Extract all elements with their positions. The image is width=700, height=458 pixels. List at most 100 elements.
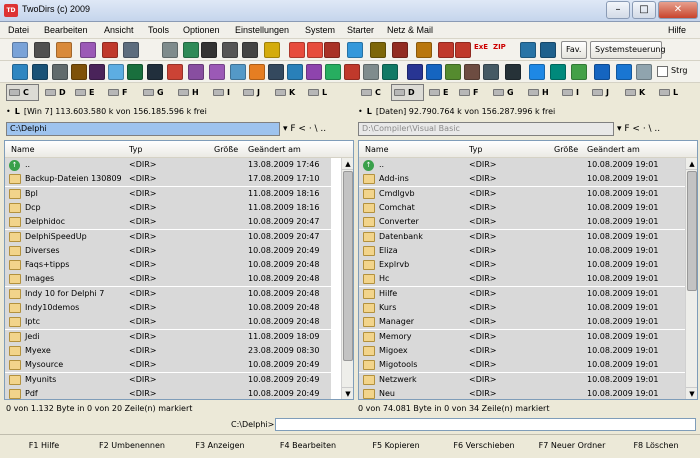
pc-icon[interactable] (520, 42, 536, 58)
col-modified[interactable]: Geändert am (587, 145, 640, 154)
swap-arrows-icon[interactable] (289, 42, 305, 58)
disk-icon[interactable] (12, 64, 28, 80)
tools-icon[interactable] (370, 42, 386, 58)
left-drive-j[interactable]: J (240, 84, 270, 101)
table-row[interactable]: Faqs+tipps <DIR> 10.08.2009 20:48 (5, 258, 331, 273)
right-scroll-thumb[interactable] (687, 171, 697, 291)
media-icon[interactable] (188, 64, 204, 80)
network-icon[interactable] (347, 42, 363, 58)
strg-checkbox[interactable] (657, 66, 668, 77)
menu-einstellungen[interactable]: Einstellungen (235, 25, 289, 35)
left-drive-k[interactable]: K (272, 84, 302, 101)
panel-icon[interactable] (222, 42, 238, 58)
sum-icon[interactable] (616, 64, 632, 80)
scroll-up-icon[interactable]: ▲ (342, 158, 353, 170)
f2-rename-button[interactable]: F2 Umbenennen (88, 439, 176, 453)
toggle-panel-icon[interactable] (242, 42, 258, 58)
image-icon[interactable] (306, 64, 322, 80)
app-light-green-icon[interactable] (571, 64, 587, 80)
table-row[interactable]: Memory <DIR> 10.08.2009 19:01 (359, 329, 685, 344)
menu-starter[interactable]: Starter (347, 25, 374, 35)
table-row[interactable]: Neu <DIR> 10.08.2009 19:01 (359, 386, 685, 399)
right-drive-g[interactable]: G (490, 84, 520, 101)
table-row[interactable]: Indy 10 for Delphi 7 <DIR> 10.08.2009 20:4… (5, 286, 331, 301)
left-path-field[interactable]: C:\Delphi (6, 122, 280, 136)
list-view-icon[interactable] (162, 42, 178, 58)
scroll-down-icon[interactable]: ▼ (342, 387, 353, 399)
table-row[interactable]: Cmdlgvb <DIR> 10.08.2009 19:01 (359, 186, 685, 201)
left-path-nav[interactable]: ▾ F < · \ .. (283, 122, 326, 136)
f4-edit-button[interactable]: F4 Bearbeiten (264, 439, 352, 453)
table-row[interactable]: Hc <DIR> 10.08.2009 19:01 (359, 272, 685, 287)
table-row[interactable]: Add-ins <DIR> 10.08.2009 19:01 (359, 172, 685, 187)
control-panel-button[interactable]: Systemsteuerung (590, 41, 666, 59)
right-drive-l[interactable]: L (656, 84, 686, 101)
right-drive-h[interactable]: H (525, 84, 555, 101)
menu-optionen[interactable]: Optionen (183, 25, 220, 35)
text-icon[interactable] (363, 64, 379, 80)
f6-move-button[interactable]: F6 Verschieben (440, 439, 528, 453)
left-drive-c[interactable]: C (6, 84, 39, 101)
explorer-icon[interactable] (12, 42, 28, 58)
app-blue-icon[interactable] (426, 64, 442, 80)
left-drive-e[interactable]: E (72, 84, 102, 101)
table-row[interactable]: Migotools <DIR> 10.08.2009 19:01 (359, 358, 685, 373)
menu-hilfe[interactable]: Hilfe (668, 25, 686, 35)
col-name[interactable]: Name (11, 145, 35, 154)
right-scrollbar[interactable]: ▲ ▼ (685, 158, 697, 399)
close-button[interactable]: ✕ (658, 1, 698, 19)
calc-icon[interactable] (268, 64, 284, 80)
maximize-button[interactable]: □ (632, 1, 656, 19)
col-type[interactable]: Typ (129, 145, 142, 154)
equals-icon[interactable] (307, 42, 323, 58)
lock-icon[interactable] (505, 64, 521, 80)
printer-icon[interactable] (71, 64, 87, 80)
minimize-button[interactable]: – (606, 1, 630, 19)
archive-icon[interactable] (392, 42, 408, 58)
table-row[interactable]: Bpl <DIR> 11.08.2009 18:16 (5, 186, 331, 201)
table-row[interactable]: Pdf <DIR> 10.08.2009 20:49 (5, 386, 331, 399)
table-row[interactable]: Hilfe <DIR> 10.08.2009 19:01 (359, 286, 685, 301)
table-row[interactable]: Mysource <DIR> 10.08.2009 20:49 (5, 358, 331, 373)
scroll-up-icon[interactable]: ▲ (686, 158, 697, 170)
left-drive-g[interactable]: G (140, 84, 170, 101)
f8-delete-button[interactable]: F8 Löschen (612, 439, 700, 453)
writer-icon[interactable] (287, 64, 303, 80)
left-drive-h[interactable]: H (175, 84, 205, 101)
f1-help-button[interactable]: F1 Hilfe (0, 439, 88, 453)
td-icon[interactable] (102, 42, 118, 58)
col-modified[interactable]: Geändert am (248, 145, 301, 154)
terminal-icon[interactable] (540, 42, 556, 58)
right-drive-c[interactable]: C (358, 84, 388, 101)
menu-netz-mail[interactable]: Netz & Mail (387, 25, 433, 35)
binoculars-icon[interactable] (34, 42, 50, 58)
col-size[interactable]: Größe (554, 145, 578, 154)
table-row[interactable]: Indy10demos <DIR> 10.08.2009 20:48 (5, 301, 331, 315)
chart-icon[interactable] (209, 64, 225, 80)
app-brown-icon[interactable] (464, 64, 480, 80)
right-path-field[interactable]: D:\Compiler\Visual Basic (358, 122, 614, 136)
gear-icon[interactable] (127, 64, 143, 80)
new-window-icon[interactable] (56, 42, 72, 58)
settings-icon[interactable] (80, 42, 96, 58)
app-green-icon[interactable] (445, 64, 461, 80)
scanner-icon[interactable] (52, 64, 68, 80)
left-drive-l[interactable]: L (305, 84, 335, 101)
table-row[interactable]: Diverses <DIR> 10.08.2009 20:49 (5, 243, 331, 258)
table-row[interactable]: Explrvb <DIR> 10.08.2009 19:01 (359, 258, 685, 273)
right-drive-f[interactable]: F (456, 84, 486, 101)
split-view-icon[interactable] (201, 42, 217, 58)
menu-datei[interactable]: Datei (8, 25, 29, 35)
right-drive-d[interactable]: D (391, 84, 424, 101)
right-drive-k[interactable]: K (622, 84, 652, 101)
left-drive-list-button[interactable]: L (15, 107, 20, 116)
table-row[interactable]: Delphidoc <DIR> 10.08.2009 20:47 (5, 215, 331, 230)
monitor-icon[interactable] (32, 64, 48, 80)
sheet-icon[interactable] (325, 64, 341, 80)
music-icon[interactable] (147, 64, 163, 80)
compare-icon[interactable] (324, 42, 340, 58)
menu-tools[interactable]: Tools (148, 25, 169, 35)
table-row[interactable]: Eliza <DIR> 10.08.2009 19:01 (359, 243, 685, 258)
table-row[interactable]: Backup-Dateien 130809 <DIR> 17.08.2009 17:… (5, 172, 331, 187)
table-row[interactable]: Myexe <DIR> 23.08.2009 08:30 (5, 343, 331, 358)
